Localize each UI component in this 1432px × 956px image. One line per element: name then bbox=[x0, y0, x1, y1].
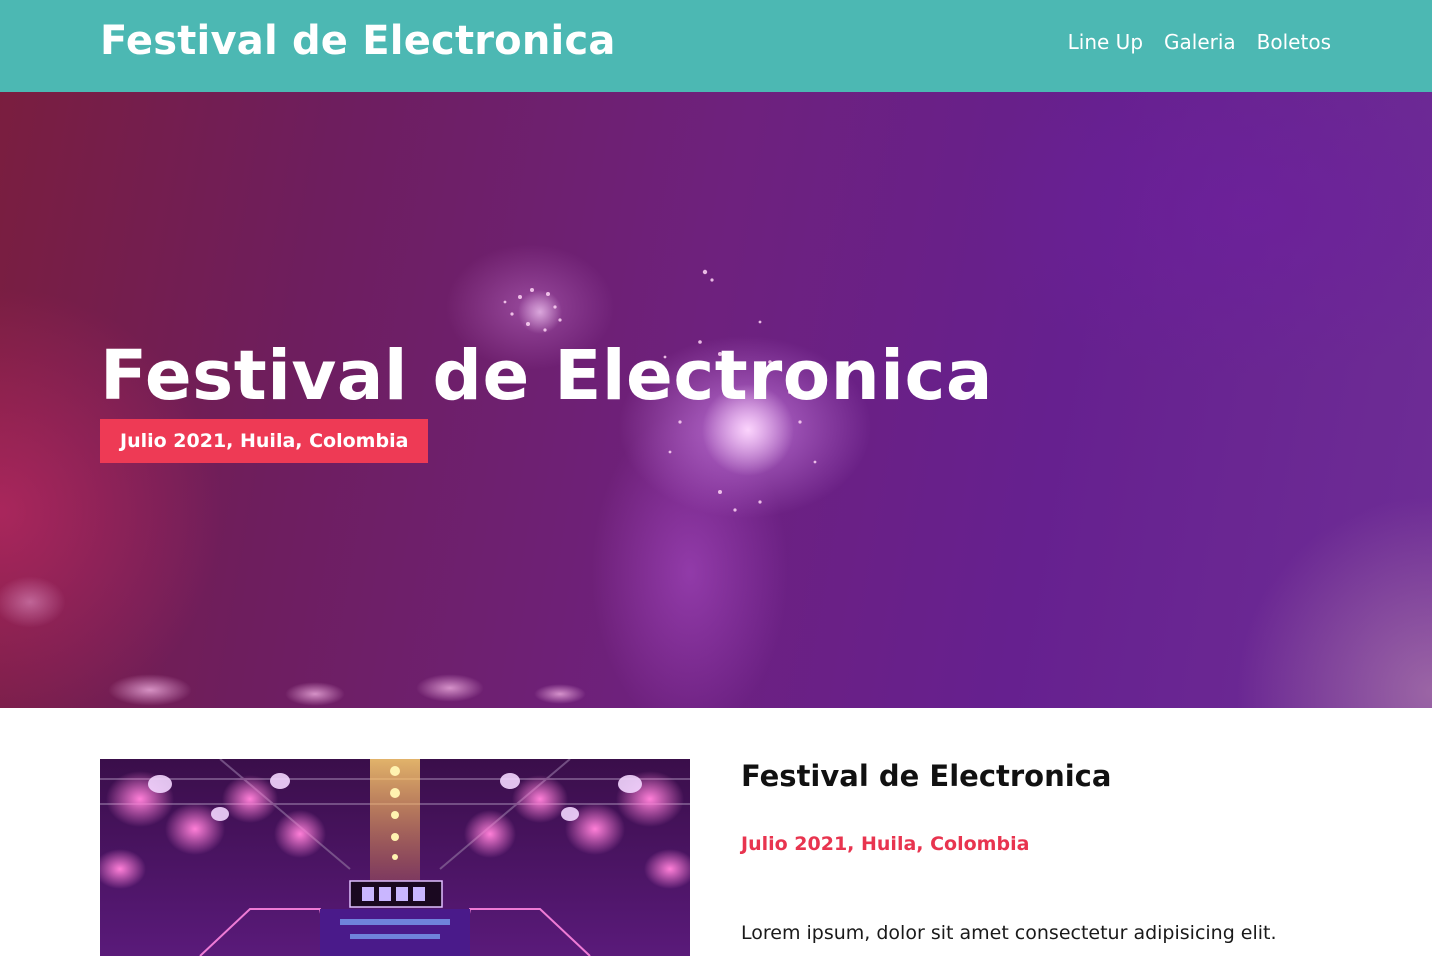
site-header: Festival de Electronica Line Up Galeria … bbox=[0, 0, 1432, 92]
stage-photo-illustration bbox=[100, 759, 690, 956]
event-description: Lorem ipsum, dolor sit amet consectetur … bbox=[741, 922, 1277, 944]
hero-title: Festival de Electronica bbox=[100, 336, 993, 416]
nav-link-line-up[interactable]: Line Up bbox=[1068, 30, 1143, 54]
nav-link-boletos[interactable]: Boletos bbox=[1257, 30, 1331, 54]
hero-date-badge: Julio 2021, Huila, Colombia bbox=[100, 419, 429, 463]
concert-stage-image bbox=[100, 759, 690, 956]
site-logo[interactable]: Festival de Electronica bbox=[100, 18, 616, 64]
nav-link-galeria[interactable]: Galeria bbox=[1164, 30, 1236, 54]
event-date: Julio 2021, Huila, Colombia bbox=[741, 833, 1030, 855]
main-nav: Line Up Galeria Boletos bbox=[1068, 30, 1331, 54]
hero-banner: Festival de Electronica Julio 2021, Huil… bbox=[0, 92, 1432, 708]
event-title: Festival de Electronica bbox=[741, 759, 1112, 793]
